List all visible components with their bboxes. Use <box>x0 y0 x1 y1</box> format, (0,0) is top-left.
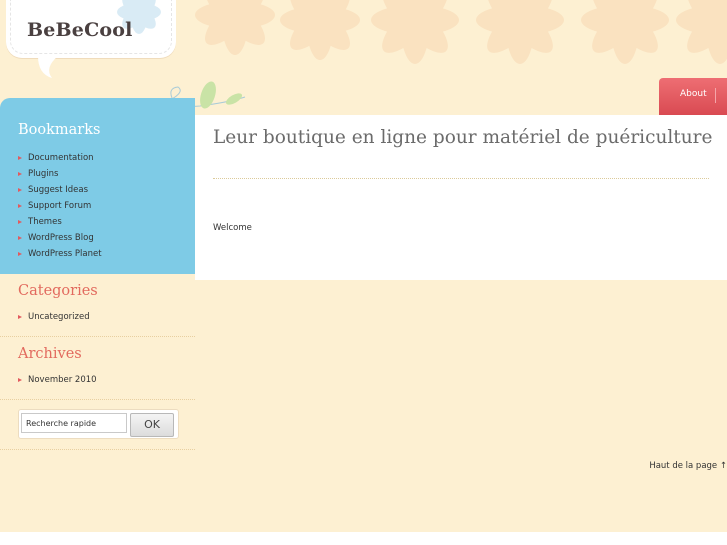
archives-title: Archives <box>18 346 82 362</box>
arrow-right-icon <box>18 236 22 240</box>
bookmark-label: Documentation <box>28 153 94 163</box>
arrow-right-icon <box>18 378 22 382</box>
main-content: Leur boutique en ligne pour matériel de … <box>195 115 727 280</box>
categories-title: Categories <box>18 283 98 299</box>
bookmark-label: Plugins <box>28 169 59 179</box>
flower-decoration <box>476 0 564 64</box>
search-form: OK <box>18 409 179 439</box>
nav-tab-about[interactable]: About <box>659 78 727 115</box>
bookmark-label: WordPress Blog <box>28 233 94 243</box>
site-title-link[interactable]: BeBeCool <box>27 19 133 41</box>
bookmark-link[interactable]: Suggest Ideas <box>18 182 102 198</box>
bookmark-link[interactable]: Plugins <box>18 166 102 182</box>
arrow-right-icon <box>18 252 22 256</box>
post-title[interactable]: Leur boutique en ligne pour matériel de … <box>213 128 713 148</box>
nav-separator <box>715 88 716 103</box>
arrow-right-icon <box>18 172 22 176</box>
archive-link[interactable]: November 2010 <box>18 372 97 388</box>
widget-divider <box>0 336 195 337</box>
arrow-right-icon <box>18 188 22 192</box>
nav-tab-about-label: About <box>680 89 707 99</box>
flower-decoration <box>676 0 727 64</box>
arrow-right-icon <box>18 156 22 160</box>
back-to-top-link[interactable]: Haut de la page ↑ <box>649 461 727 471</box>
flower-decoration <box>371 0 459 64</box>
footer-strip <box>0 532 727 545</box>
bookmark-label: WordPress Planet <box>28 249 102 259</box>
category-link[interactable]: Uncategorized <box>18 309 90 325</box>
widget-divider <box>0 399 195 400</box>
bookmarks-list: Documentation Plugins Suggest Ideas Supp… <box>18 150 102 262</box>
arrow-right-icon <box>18 315 22 319</box>
bookmark-label: Themes <box>28 217 62 227</box>
post-body: Welcome <box>213 222 252 233</box>
bookmark-label: Support Forum <box>28 201 92 211</box>
search-input[interactable] <box>21 413 127 433</box>
archive-label: November 2010 <box>28 375 97 385</box>
arrow-right-icon <box>18 204 22 208</box>
post-divider <box>213 178 709 179</box>
bookmarks-title: Bookmarks <box>18 122 101 138</box>
widget-divider <box>0 449 195 450</box>
arrow-right-icon <box>18 220 22 224</box>
category-label: Uncategorized <box>28 312 90 322</box>
bookmark-link[interactable]: Documentation <box>18 150 102 166</box>
search-button[interactable]: OK <box>130 413 174 437</box>
archives-list: November 2010 <box>18 372 97 388</box>
bookmark-link[interactable]: WordPress Planet <box>18 246 102 262</box>
bookmark-link[interactable]: Themes <box>18 214 102 230</box>
bookmarks-widget: Bookmarks Documentation Plugins Suggest … <box>0 98 195 274</box>
categories-list: Uncategorized <box>18 309 90 325</box>
bookmark-label: Suggest Ideas <box>28 185 89 195</box>
bookmark-link[interactable]: Support Forum <box>18 198 102 214</box>
bookmark-link[interactable]: WordPress Blog <box>18 230 102 246</box>
logo-bubble[interactable]: BeBeCool <box>6 0 176 58</box>
